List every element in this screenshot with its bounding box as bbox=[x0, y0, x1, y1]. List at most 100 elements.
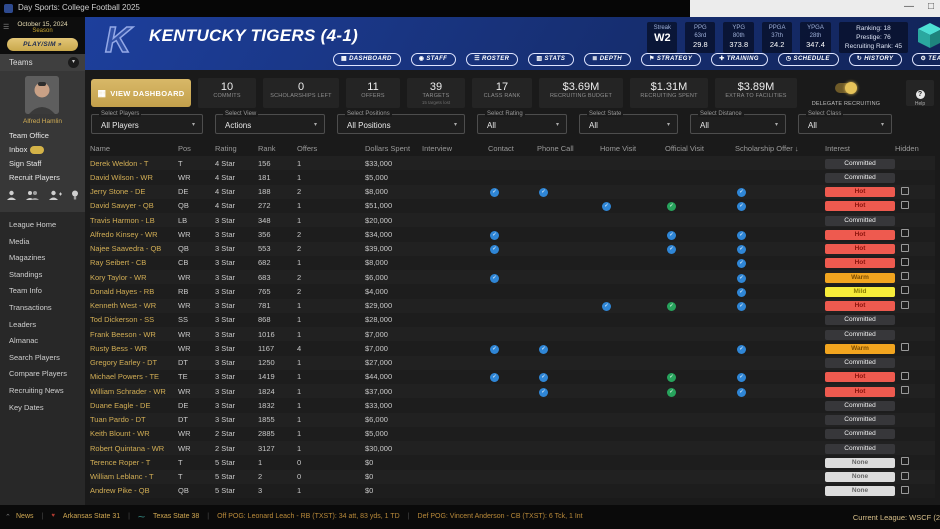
toggle-switch[interactable] bbox=[835, 81, 857, 94]
tab-roster[interactable]: ☰ ROSTER bbox=[466, 53, 519, 66]
interest-badge[interactable]: None bbox=[825, 457, 895, 468]
interest-badge[interactable]: Committed bbox=[825, 158, 895, 169]
hidden-checkbox[interactable] bbox=[901, 300, 909, 309]
teams-collapse-icon[interactable]: ▾ bbox=[68, 57, 79, 68]
interest-badge[interactable]: Committed bbox=[825, 215, 895, 226]
interest-badge[interactable]: Warm bbox=[825, 272, 895, 283]
tab-training[interactable]: ✚ TRAINING bbox=[711, 53, 768, 66]
tab-dashboard[interactable]: ▦ DASHBOARD bbox=[333, 53, 401, 66]
interest-badge[interactable]: Committed bbox=[825, 400, 895, 411]
hidden-checkbox[interactable] bbox=[901, 386, 909, 395]
table-row[interactable]: Tuan Pardo - DT DT 3 Star 1855 1 $6,000 Commit… bbox=[90, 412, 935, 427]
hidden-checkbox[interactable] bbox=[901, 485, 909, 494]
person-icon[interactable] bbox=[6, 190, 17, 200]
hidden-checkbox[interactable] bbox=[901, 371, 909, 380]
table-row[interactable]: Andrew Pike - QB QB 5 Star 3 1 $0 None bbox=[90, 483, 935, 498]
hidden-checkbox[interactable] bbox=[901, 471, 909, 480]
table-row[interactable]: Keith Blount - WR WR 2 Star 2885 1 $5,000 Comm… bbox=[90, 426, 935, 441]
table-row[interactable]: Robert Quintana - WR WR 2 Star 3127 1 $30,000… bbox=[90, 441, 935, 456]
column-header-rank[interactable]: Rank bbox=[258, 144, 297, 153]
interest-badge[interactable]: Committed bbox=[825, 315, 895, 326]
interest-badge[interactable]: Committed bbox=[825, 329, 895, 340]
sidebar-item-compare-players[interactable]: Compare Players bbox=[9, 366, 85, 383]
table-row[interactable]: Donald Hayes - RB RB 3 Star 765 2 $4,000 ✓ Mild bbox=[90, 284, 935, 299]
tab-stats[interactable]: ▥ STATS bbox=[528, 53, 575, 66]
tab-schedule[interactable]: ◷ SCHEDULE bbox=[777, 53, 839, 66]
hidden-checkbox[interactable] bbox=[901, 200, 909, 209]
teams-row[interactable]: Teams ▾ bbox=[0, 54, 85, 71]
table-row[interactable]: Duane Eagle - DE DE 3 Star 1832 1 $33,000 Comm… bbox=[90, 398, 935, 413]
interest-badge[interactable]: Hot bbox=[825, 372, 895, 383]
view-dashboard-button[interactable]: ▦ VIEW DASHBOARD bbox=[91, 79, 191, 107]
tab-strategy[interactable]: ⚑ STRATEGY bbox=[641, 53, 702, 66]
person-add-icon[interactable] bbox=[48, 190, 62, 200]
hidden-checkbox[interactable] bbox=[901, 286, 909, 295]
table-row[interactable]: Gregory Earley - DT DT 3 Star 1250 1 $27,000 C… bbox=[90, 355, 935, 370]
interest-badge[interactable]: Committed bbox=[825, 358, 895, 369]
help-button[interactable]: ? Help bbox=[906, 80, 934, 107]
sidebar-link-sign-staff[interactable]: Sign Staff bbox=[9, 157, 85, 171]
interest-badge[interactable]: Committed bbox=[825, 429, 895, 440]
table-row[interactable]: Michael Powers - TE TE 3 Star 1419 1 $44,000 ✓… bbox=[90, 369, 935, 384]
filter-select-class[interactable]: Select Class All ▾ bbox=[798, 111, 892, 134]
column-header-interview[interactable]: Interview bbox=[422, 144, 488, 153]
table-row[interactable]: Kory Taylor - WR WR 3 Star 683 2 $6,000 ✓ ✓ Warm bbox=[90, 270, 935, 285]
group-icon[interactable] bbox=[26, 190, 40, 200]
table-row[interactable]: Rusty Bess - WR WR 3 Star 1167 4 $7,000 ✓ ✓ ✓ War… bbox=[90, 341, 935, 356]
table-row[interactable]: Kenneth West - WR WR 3 Star 781 1 $29,000 ✓ ✓ ✓ H… bbox=[90, 298, 935, 313]
column-header-rating[interactable]: Rating bbox=[215, 144, 258, 153]
sidebar-link-inbox[interactable]: Inbox bbox=[9, 143, 85, 157]
filter-select-distance[interactable]: Select Distance All ▾ bbox=[690, 111, 786, 134]
column-header-contact[interactable]: Contact bbox=[488, 144, 537, 153]
interest-badge[interactable]: Warm bbox=[825, 343, 895, 354]
table-row[interactable]: David Sawyer - QB QB 4 Star 272 1 $51,000 ✓ ✓ ✓ H… bbox=[90, 198, 935, 213]
interest-badge[interactable]: Committed bbox=[825, 443, 895, 454]
table-row[interactable]: Ray Seibert - CB CB 3 Star 682 1 $8,000 ✓ Hot bbox=[90, 255, 935, 270]
play-sim-button[interactable]: PLAY/SIM » bbox=[7, 38, 78, 51]
hidden-checkbox[interactable] bbox=[901, 186, 909, 195]
sidebar-item-standings[interactable]: Standings bbox=[9, 267, 85, 284]
tab-depth[interactable]: ≣ DEPTH bbox=[584, 53, 632, 66]
sidebar-item-almanac[interactable]: Almanac bbox=[9, 333, 85, 350]
interest-badge[interactable]: Committed bbox=[825, 415, 895, 426]
column-header-interest[interactable]: Interest bbox=[825, 144, 895, 153]
column-header-name[interactable]: Name bbox=[90, 144, 178, 153]
column-header-pos[interactable]: Pos bbox=[178, 144, 215, 153]
table-row[interactable]: Travis Harmon - LB LB 3 Star 348 1 $20,000 Com… bbox=[90, 213, 935, 228]
sidebar-item-recruiting-news[interactable]: Recruiting News bbox=[9, 383, 85, 400]
table-row[interactable]: Najee Saavedra - QB QB 3 Star 553 2 $39,000 ✓ ✓… bbox=[90, 241, 935, 256]
column-header-offers[interactable]: Offers bbox=[297, 144, 365, 153]
maximize-button[interactable]: □ bbox=[922, 1, 940, 12]
lightbulb-icon[interactable] bbox=[71, 190, 79, 200]
interest-badge[interactable]: Hot bbox=[825, 229, 895, 240]
interest-badge[interactable]: Hot bbox=[825, 187, 895, 198]
table-row[interactable]: David Wilson - WR WR 4 Star 181 1 $5,000 Commi… bbox=[90, 170, 935, 185]
interest-badge[interactable]: None bbox=[825, 472, 895, 483]
table-row[interactable]: Terence Roper - T T 5 Star 1 0 $0 None bbox=[90, 455, 935, 470]
sidebar-item-search-players[interactable]: Search Players bbox=[9, 350, 85, 367]
interest-badge[interactable]: Hot bbox=[825, 301, 895, 312]
filter-select-view[interactable]: Select View Actions ▾ bbox=[215, 111, 325, 134]
table-row[interactable]: Tod Dickerson - SS SS 3 Star 868 1 $28,000 Com… bbox=[90, 312, 935, 327]
column-header-home-visit[interactable]: Home Visit bbox=[600, 144, 665, 153]
interest-badge[interactable]: Hot bbox=[825, 258, 895, 269]
tab-team-config[interactable]: ⚙TEAM CONFIG bbox=[912, 53, 940, 66]
column-header-official-visit[interactable]: Official Visit bbox=[665, 144, 735, 153]
hidden-checkbox[interactable] bbox=[901, 243, 909, 252]
interest-badge[interactable]: None bbox=[825, 486, 895, 497]
filter-select-positions[interactable]: Select Positions All Positions ▾ bbox=[337, 111, 465, 134]
table-row[interactable]: Derek Weldon - T T 4 Star 156 1 $33,000 Commit… bbox=[90, 156, 935, 171]
tab-staff[interactable]: ◉ STAFF bbox=[410, 53, 457, 66]
chevron-up-icon[interactable]: ⌃ bbox=[5, 513, 11, 521]
table-row[interactable]: Jerry Stone - DE DE 4 Star 188 2 $8,000 ✓ ✓ ✓ Hot bbox=[90, 184, 935, 199]
interest-badge[interactable]: Hot bbox=[825, 201, 895, 212]
delegate-recruiting-toggle[interactable]: DELEGATE RECRUITING bbox=[804, 80, 888, 107]
sidebar-item-leaders[interactable]: Leaders bbox=[9, 317, 85, 334]
hidden-checkbox[interactable] bbox=[901, 229, 909, 238]
interest-badge[interactable]: Hot bbox=[825, 386, 895, 397]
hidden-checkbox[interactable] bbox=[901, 457, 909, 466]
hidden-checkbox[interactable] bbox=[901, 272, 909, 281]
sidebar-link-recruit-players[interactable]: Recruit Players bbox=[9, 171, 85, 185]
sidebar-item-magazines[interactable]: Magazines bbox=[9, 250, 85, 267]
sidebar-item-league-home[interactable]: League Home bbox=[9, 217, 85, 234]
